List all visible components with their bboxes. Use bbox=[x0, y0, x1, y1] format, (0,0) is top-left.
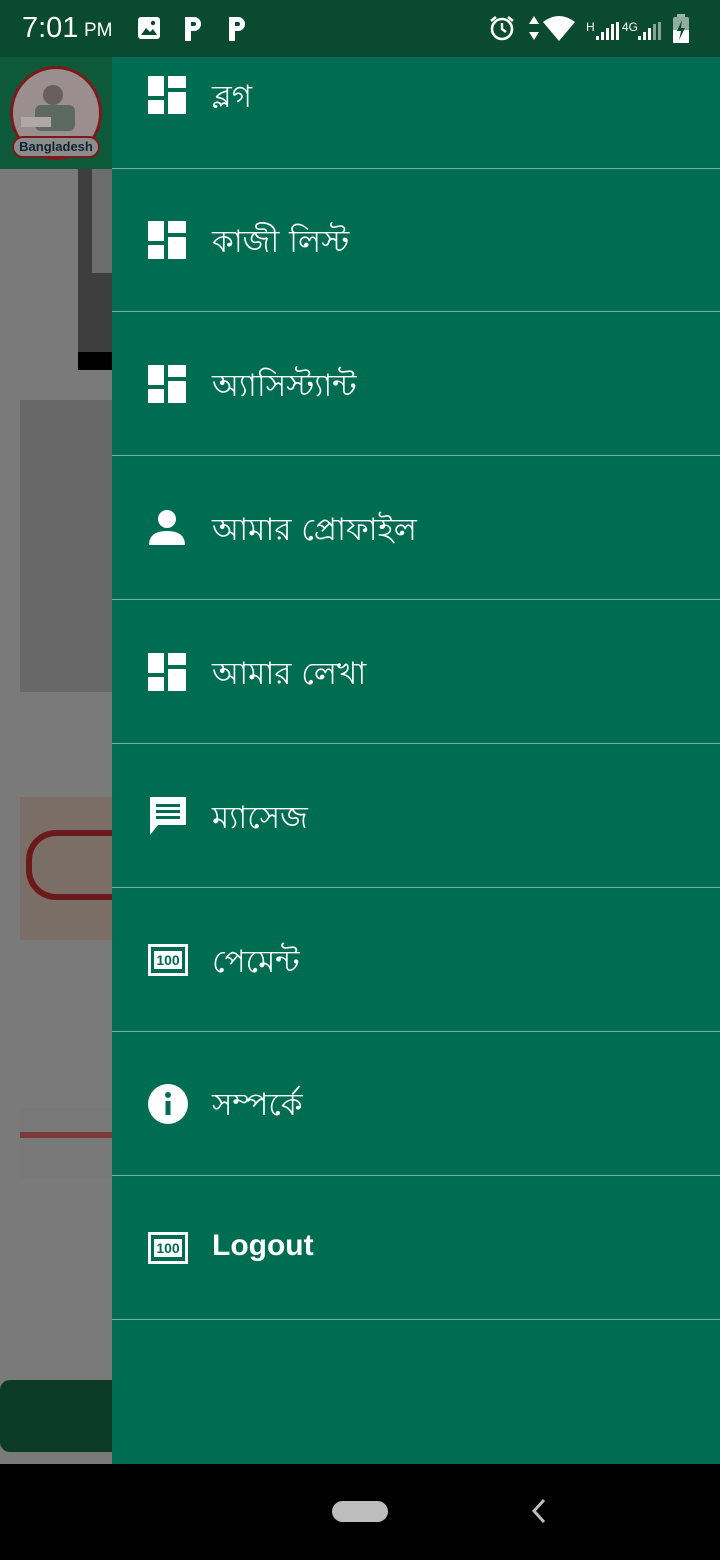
drawer-item-label: অ্যাসিস্ট্যান্ট bbox=[212, 368, 357, 404]
home-pill-button[interactable] bbox=[332, 1501, 388, 1522]
dashboard-icon bbox=[148, 653, 188, 693]
drawer-item-blog[interactable]: ব্লগ bbox=[112, 25, 720, 169]
content-card bbox=[20, 400, 112, 692]
background-bottom-button bbox=[0, 1380, 112, 1452]
content-card-inner bbox=[92, 169, 112, 273]
drawer-item-label: আমার লেখা bbox=[212, 656, 367, 692]
drawer-item-label: ব্লগ bbox=[212, 79, 253, 115]
info-icon bbox=[148, 1084, 188, 1124]
drawer-item-label: কাজী লিস্ট bbox=[212, 224, 350, 260]
payment-100-icon: 100 bbox=[148, 1232, 188, 1272]
message-icon bbox=[148, 795, 188, 835]
drawer-item-my-writing[interactable]: আমার লেখা bbox=[112, 601, 720, 744]
svg-text:100: 100 bbox=[156, 1240, 180, 1256]
drawer-item-payment[interactable]: 100 পেমেন্ট bbox=[112, 889, 720, 1032]
drawer-item-label: ম্যাসেজ bbox=[212, 800, 308, 836]
back-chevron-icon[interactable] bbox=[528, 1496, 550, 1526]
navigation-drawer: ব্লগ কাজী লিস্ট অ্যাসিস্ট্যান্ট আমার প্র… bbox=[112, 57, 720, 1464]
drawer-item-label: সম্পর্কে bbox=[212, 1087, 303, 1123]
drawer-item-label: আমার প্রোফাইল bbox=[212, 512, 417, 548]
drawer-item-my-profile[interactable]: আমার প্রোফাইল bbox=[112, 457, 720, 600]
drawer-item-label: পেমেন্ট bbox=[212, 944, 300, 980]
drawer-item-logout[interactable]: 100 Logout bbox=[112, 1177, 720, 1320]
illustration-art bbox=[26, 830, 112, 900]
content-card-line bbox=[20, 1132, 112, 1138]
drawer-item-message[interactable]: ম্যাসেজ bbox=[112, 745, 720, 888]
payment-100-icon: 100 bbox=[148, 944, 188, 984]
content-card-screenshot bbox=[20, 1108, 112, 1178]
dashboard-icon bbox=[148, 221, 188, 261]
svg-text:100: 100 bbox=[156, 952, 180, 968]
dashboard-icon bbox=[148, 76, 188, 116]
drawer-item-label: Logout bbox=[212, 1229, 314, 1262]
dashboard-icon bbox=[148, 365, 188, 405]
status-time: 7:01 bbox=[22, 12, 79, 44]
drawer-item-assistant[interactable]: অ্যাসিস্ট্যান্ট bbox=[112, 313, 720, 456]
drawer-item-about[interactable]: সম্পর্কে bbox=[112, 1033, 720, 1176]
content-card-bar bbox=[78, 352, 112, 370]
app-logo-text: Bangladesh bbox=[12, 136, 100, 158]
status-ampm: PM bbox=[84, 20, 113, 41]
drawer-item-kazi-list[interactable]: কাজী লিস্ট bbox=[112, 169, 720, 312]
person-icon bbox=[148, 509, 188, 549]
